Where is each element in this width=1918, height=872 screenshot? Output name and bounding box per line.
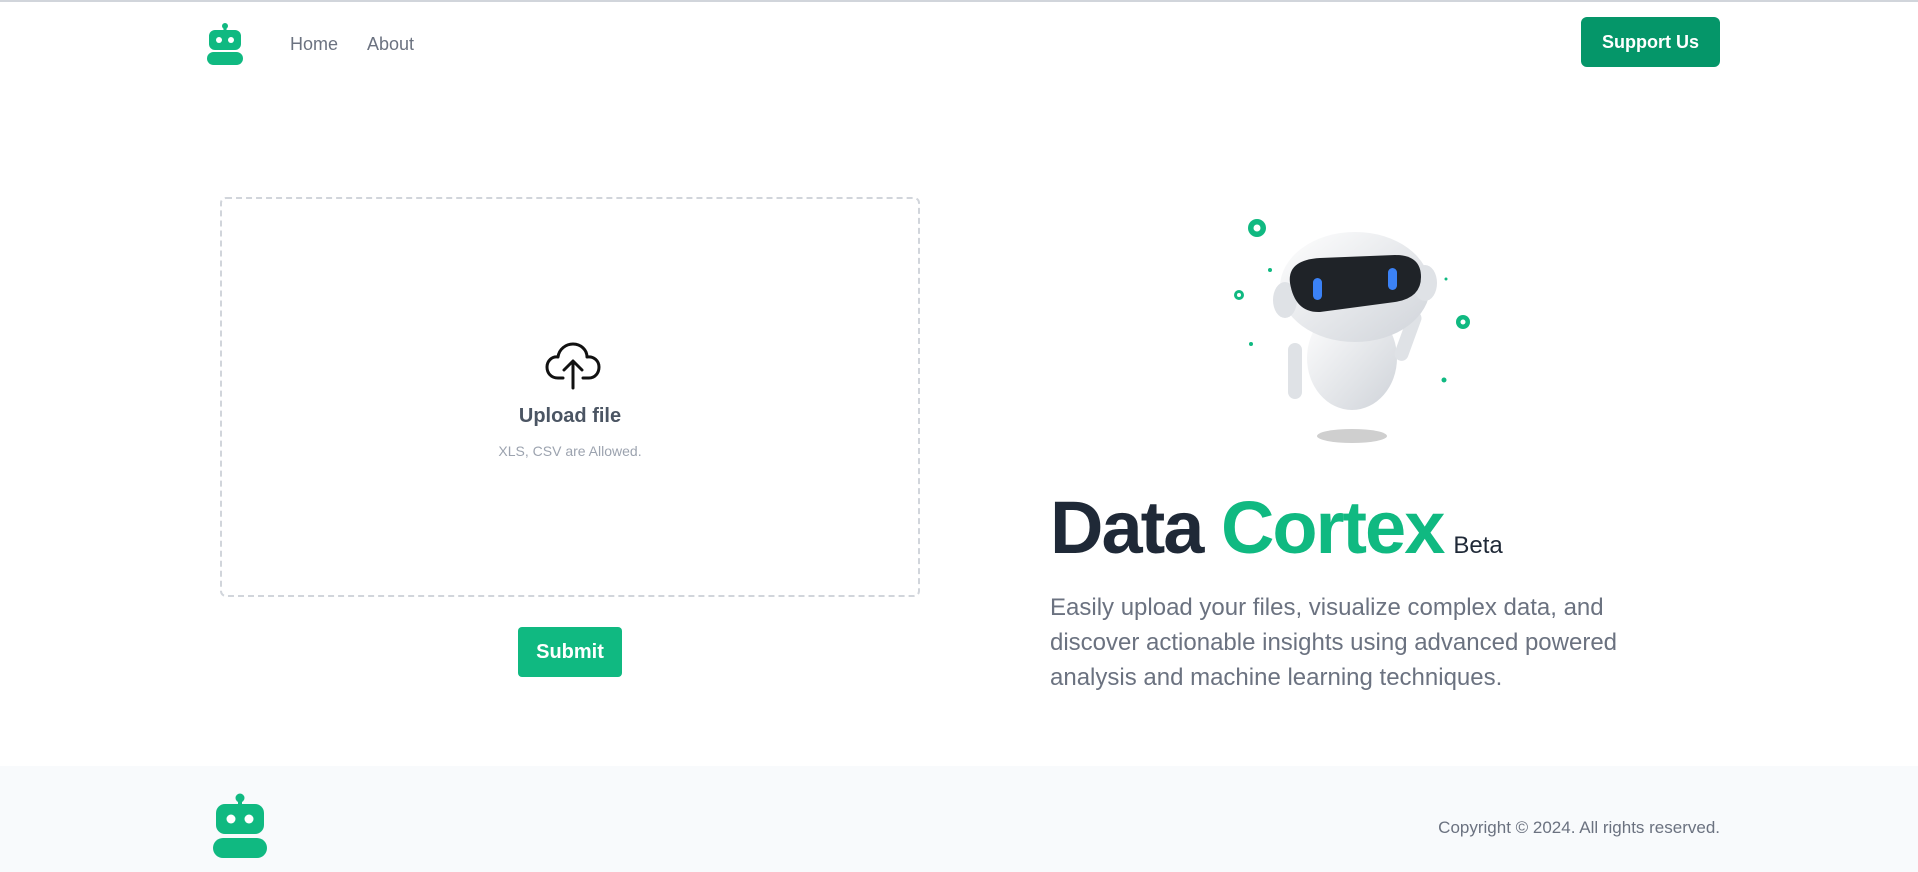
cloud-upload-icon bbox=[545, 342, 601, 390]
upload-hint: XLS, CSV are Allowed. bbox=[498, 443, 642, 459]
nav-about-link[interactable]: About bbox=[367, 34, 414, 55]
robot-illustration bbox=[1225, 210, 1495, 455]
beta-badge: Beta bbox=[1453, 532, 1503, 559]
hero-title-data: Data bbox=[1050, 486, 1204, 569]
site-footer: Copyright © 2024. All rights reserved. bbox=[0, 766, 1918, 872]
submit-button[interactable]: Submit bbox=[518, 627, 622, 677]
hero-title-cortex: Cortex bbox=[1220, 486, 1445, 569]
site-header: Home About Support Us bbox=[0, 2, 1918, 84]
robot-logo-icon[interactable] bbox=[206, 22, 244, 66]
support-us-button[interactable]: Support Us bbox=[1581, 17, 1720, 67]
file-upload-dropzone[interactable]: Upload file XLS, CSV are Allowed. bbox=[220, 197, 920, 597]
hero-title: Data Cortex Beta bbox=[1050, 485, 1503, 570]
robot-logo-icon bbox=[212, 793, 268, 859]
hero-description: Easily upload your files, visualize comp… bbox=[1050, 594, 1618, 691]
copyright-text: Copyright © 2024. All rights reserved. bbox=[1438, 818, 1720, 837]
nav-home-link[interactable]: Home bbox=[290, 34, 338, 55]
upload-title: Upload file bbox=[518, 405, 622, 427]
